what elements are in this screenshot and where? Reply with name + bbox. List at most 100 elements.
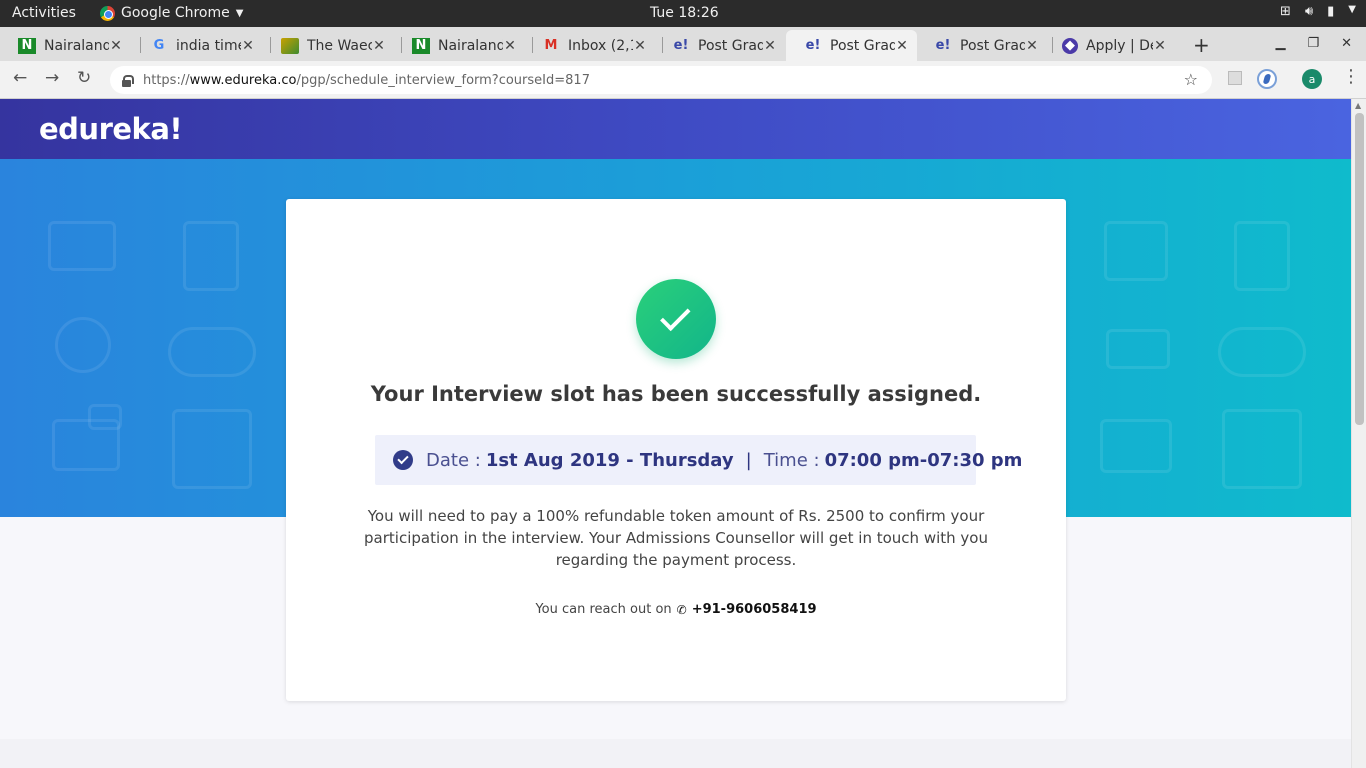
volume-icon: 🔊︎ bbox=[1304, 4, 1314, 19]
tab-title: Inbox (2,1 bbox=[568, 37, 633, 54]
waec-icon bbox=[281, 37, 299, 54]
decorative-book-icon bbox=[1100, 419, 1172, 473]
caret-down-icon: ▼ bbox=[235, 7, 244, 19]
new-tab-button[interactable]: + bbox=[1193, 33, 1210, 57]
decorative-device-icon bbox=[52, 419, 120, 471]
time-label: Time : bbox=[763, 449, 820, 471]
close-icon[interactable]: ✕ bbox=[1153, 38, 1167, 54]
profile-avatar[interactable]: a bbox=[1302, 69, 1322, 89]
maximize-icon[interactable]: ❐ bbox=[1307, 36, 1319, 51]
edureka-logo[interactable]: edureka! bbox=[39, 112, 183, 146]
app-menu[interactable]: Google Chrome ▼ bbox=[100, 5, 243, 21]
tab[interactable]: N Nairaland ✕ bbox=[394, 30, 525, 61]
network-icon: ⊞ bbox=[1280, 4, 1291, 19]
url-path: /pgp/schedule_interview_form?courseId=81… bbox=[296, 72, 590, 88]
tab-title: Post Grad bbox=[960, 37, 1025, 54]
tab-title: Nairaland bbox=[438, 37, 503, 54]
close-icon[interactable]: ✕ bbox=[241, 38, 255, 54]
decorative-cloud-icon bbox=[168, 327, 256, 377]
decorative-book-icon bbox=[48, 221, 116, 271]
nairaland-icon: N bbox=[412, 37, 430, 54]
reload-icon[interactable]: ↻ bbox=[77, 68, 91, 88]
window-controls: ▁ ❐ ✕ bbox=[1275, 36, 1352, 51]
edureka-icon: e! bbox=[935, 38, 951, 53]
edureka-icon: e! bbox=[805, 38, 821, 53]
decorative-cloud-icon bbox=[1218, 327, 1306, 377]
tab[interactable]: e! Post Grad ✕ bbox=[916, 30, 1047, 61]
tab-title: Post Grad bbox=[830, 37, 895, 54]
tab-title: Post Grad bbox=[698, 37, 763, 54]
nairaland-icon: N bbox=[18, 37, 36, 54]
back-icon[interactable]: ← bbox=[13, 68, 27, 88]
address-bar[interactable]: https://www.edureka.co/pgp/schedule_inte… bbox=[110, 66, 1212, 94]
edureka-icon: e! bbox=[673, 38, 689, 53]
close-icon[interactable]: ✕ bbox=[372, 38, 386, 54]
site-header: edureka! bbox=[0, 99, 1351, 159]
extension-icon[interactable] bbox=[1257, 69, 1277, 89]
system-tray[interactable]: ⊞ 🔊︎ ▮ ▼ bbox=[1280, 4, 1356, 19]
url-host: www.edureka.co bbox=[189, 72, 297, 88]
tab-title: The Waec bbox=[307, 37, 372, 54]
app-menu-label: Google Chrome bbox=[121, 5, 230, 21]
close-icon[interactable]: ✕ bbox=[109, 38, 123, 54]
clock[interactable]: Tue 18:26 bbox=[650, 5, 719, 21]
os-top-bar: Activities Google Chrome ▼ Tue 18:26 ⊞ 🔊… bbox=[0, 0, 1366, 27]
close-icon[interactable]: ✕ bbox=[763, 38, 777, 54]
page-viewport: edureka! Your Interview slot has been su… bbox=[0, 99, 1351, 768]
tab-strip: N Nairaland ✕ G india time ✕ The Waec ✕ … bbox=[0, 27, 1366, 61]
tab-title: Nairaland bbox=[44, 37, 109, 54]
extension-icon[interactable] bbox=[1228, 71, 1242, 85]
time-value: 07:00 pm-07:30 pm bbox=[824, 449, 1023, 471]
caret-down-icon: ▼ bbox=[1348, 4, 1356, 15]
decorative-certificate-icon bbox=[1234, 221, 1290, 291]
tab[interactable]: M Inbox (2,1 ✕ bbox=[524, 30, 655, 61]
interview-slot-box: Date : 1st Aug 2019 - Thursday | Time : … bbox=[375, 435, 1022, 485]
forward-icon[interactable]: → bbox=[45, 68, 59, 88]
confirmation-card: Your Interview slot has been successfull… bbox=[286, 199, 1066, 701]
close-window-icon[interactable]: ✕ bbox=[1341, 36, 1352, 51]
contact-prefix: You can reach out on bbox=[535, 602, 672, 617]
google-icon: G bbox=[153, 38, 165, 53]
gmail-icon: M bbox=[544, 38, 558, 53]
apply-icon: ◆ bbox=[1062, 37, 1078, 54]
lower-section bbox=[0, 739, 1351, 768]
tab[interactable]: G india time ✕ bbox=[132, 30, 263, 61]
check-circle-icon bbox=[393, 450, 413, 470]
decorative-globe-icon bbox=[55, 317, 111, 373]
close-icon[interactable]: ✕ bbox=[1025, 38, 1039, 54]
lock-icon[interactable] bbox=[122, 74, 134, 87]
tab[interactable]: e! Post Grad ✕ bbox=[654, 30, 785, 61]
contact-line: You can reach out on ✆ +91-9606058419 bbox=[286, 602, 1066, 617]
tab[interactable]: The Waec ✕ bbox=[263, 30, 394, 61]
scroll-up-icon[interactable]: ▲ bbox=[1355, 101, 1361, 110]
date-value: 1st Aug 2019 - Thursday bbox=[485, 449, 734, 471]
tab[interactable]: N Nairaland ✕ bbox=[0, 30, 131, 61]
decorative-people-icon bbox=[172, 409, 252, 489]
menu-kebab-icon[interactable]: ⋮ bbox=[1342, 68, 1360, 86]
close-icon[interactable]: ✕ bbox=[633, 38, 647, 54]
decorative-quiz-icon bbox=[1104, 221, 1168, 281]
confirmation-headline: Your Interview slot has been successfull… bbox=[370, 382, 982, 406]
chrome-icon bbox=[100, 5, 115, 21]
tab-active[interactable]: e! Post Grad ✕ bbox=[786, 30, 917, 61]
activities-button[interactable]: Activities bbox=[12, 5, 76, 21]
phone-icon: ✆ bbox=[676, 602, 687, 617]
tab-title: Apply | De bbox=[1086, 37, 1153, 54]
payment-message: You will need to pay a 100% refundable t… bbox=[364, 507, 988, 569]
close-icon[interactable]: ✕ bbox=[503, 38, 517, 54]
tab-title: india time bbox=[176, 37, 241, 54]
minimize-icon[interactable]: ▁ bbox=[1275, 36, 1285, 51]
decorative-cap-icon bbox=[1106, 329, 1170, 369]
url-scheme: https:// bbox=[143, 72, 190, 88]
bookmark-star-icon[interactable]: ☆ bbox=[1184, 70, 1198, 89]
close-icon[interactable]: ✕ bbox=[895, 38, 909, 54]
tab[interactable]: ◆ Apply | De ✕ bbox=[1044, 30, 1175, 61]
phone-number[interactable]: +91-9606058419 bbox=[692, 602, 817, 617]
page-scrollbar[interactable]: ▲ bbox=[1351, 99, 1366, 768]
scrollbar-thumb[interactable] bbox=[1355, 113, 1364, 425]
battery-icon: ▮ bbox=[1327, 4, 1335, 19]
slot-separator: | bbox=[745, 449, 752, 471]
check-mark-icon bbox=[660, 300, 691, 331]
success-check-icon bbox=[636, 279, 716, 359]
decorative-people-icon bbox=[1222, 409, 1302, 489]
